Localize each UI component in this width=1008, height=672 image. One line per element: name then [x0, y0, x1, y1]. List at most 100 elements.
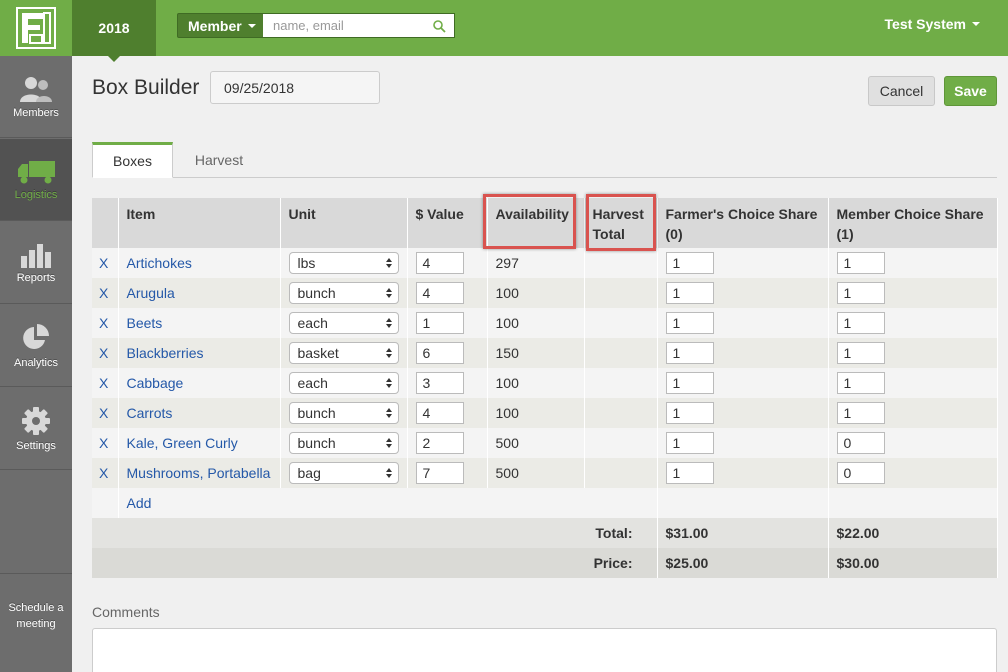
unit-select-value: basket: [297, 345, 339, 361]
member-choice-input[interactable]: 0: [836, 462, 885, 484]
value-input[interactable]: 1: [415, 312, 464, 334]
item-link[interactable]: Mushrooms, Portabella: [127, 465, 271, 481]
item-link[interactable]: Carrots: [127, 405, 173, 421]
unit-select[interactable]: each: [288, 372, 399, 394]
remove-item-button[interactable]: X: [92, 428, 119, 458]
select-arrows-icon: [385, 318, 392, 328]
remove-item-button[interactable]: X: [92, 368, 119, 398]
farmers-choice-input[interactable]: 1: [665, 312, 714, 334]
add-item-link[interactable]: Add: [127, 495, 152, 511]
remove-item-button[interactable]: X: [92, 398, 119, 428]
harvest-total-value: [584, 308, 658, 338]
sidebar-item-logistics[interactable]: Logistics: [0, 139, 72, 221]
value-input[interactable]: 4: [415, 252, 464, 274]
item-link[interactable]: Blackberries: [127, 345, 204, 361]
unit-select[interactable]: basket: [288, 342, 399, 364]
active-pointer: [108, 56, 120, 62]
farmers-choice-input[interactable]: 1: [665, 252, 714, 274]
member-choice-input[interactable]: 1: [836, 312, 885, 334]
farmers-choice-column-header: Farmer's Choice Share (0): [657, 198, 829, 248]
unit-select[interactable]: bunch: [288, 432, 399, 454]
user-menu[interactable]: Test System: [885, 16, 980, 32]
sidebar-item-settings[interactable]: Settings: [0, 388, 72, 470]
farmers-choice-input[interactable]: 1: [665, 372, 714, 394]
unit-select[interactable]: bunch: [288, 282, 399, 304]
unit-select-value: bunch: [297, 435, 336, 451]
schedule-line-2: meeting: [16, 618, 56, 630]
schedule-line-1: Schedule a: [8, 602, 64, 614]
tab-boxes[interactable]: Boxes: [92, 142, 173, 178]
harvest-total-value: [584, 398, 658, 428]
availability-value: 100: [487, 368, 585, 398]
item-link[interactable]: Arugula: [127, 285, 175, 301]
remove-item-button[interactable]: X: [92, 278, 119, 308]
remove-item-button[interactable]: X: [92, 308, 119, 338]
remove-item-button[interactable]: X: [92, 458, 119, 488]
member-choice-input[interactable]: 1: [836, 252, 885, 274]
tab-bar: Boxes Harvest: [92, 142, 997, 178]
availability-value: 297: [487, 248, 585, 278]
farmers-choice-input[interactable]: 1: [665, 462, 714, 484]
value-input[interactable]: 7: [415, 462, 464, 484]
unit-select[interactable]: lbs: [288, 252, 399, 274]
tab-harvest[interactable]: Harvest: [173, 142, 265, 178]
sidebar-item-label: Reports: [16, 271, 56, 284]
remove-item-button[interactable]: X: [92, 248, 119, 278]
item-column-header: Item: [118, 198, 281, 248]
table-row: X Beets each 1 100 1 1: [92, 308, 998, 338]
member-choice-input[interactable]: 1: [836, 402, 885, 424]
sidebar-item-reports[interactable]: Reports: [0, 222, 72, 304]
item-link[interactable]: Kale, Green Curly: [127, 435, 238, 451]
remove-column-header: [92, 198, 119, 248]
table-row: X Carrots bunch 4 100 1 1: [92, 398, 998, 428]
unit-select[interactable]: bag: [288, 462, 399, 484]
year-selector[interactable]: 2018: [72, 0, 156, 62]
value-input[interactable]: 6: [415, 342, 464, 364]
save-button[interactable]: Save: [944, 76, 997, 106]
sidebar-item-analytics[interactable]: Analytics: [0, 305, 72, 387]
date-input[interactable]: [210, 71, 380, 104]
member-dropdown-button[interactable]: Member: [177, 13, 264, 38]
availability-value: 100: [487, 278, 585, 308]
farmers-choice-input[interactable]: 1: [665, 402, 714, 424]
select-arrows-icon: [385, 258, 392, 268]
member-choice-input[interactable]: 1: [836, 372, 885, 394]
unit-select-value: each: [297, 375, 328, 391]
pie-chart-icon: [23, 323, 49, 349]
harvest-total-value: [584, 278, 658, 308]
table-row: X Kale, Green Curly bunch 2 500 1 0: [92, 428, 998, 458]
item-link[interactable]: Beets: [127, 315, 163, 331]
comments-textarea[interactable]: [92, 628, 997, 672]
value-input[interactable]: 4: [415, 402, 464, 424]
member-choice-input[interactable]: 1: [836, 282, 885, 304]
search-input[interactable]: [263, 14, 423, 37]
item-link[interactable]: Artichokes: [127, 255, 192, 271]
search-icon[interactable]: [432, 19, 446, 33]
total-farmers-choice: $31.00: [657, 518, 829, 548]
year-label: 2018: [98, 20, 130, 36]
app-logo[interactable]: [0, 0, 72, 56]
remove-item-button[interactable]: X: [92, 338, 119, 368]
farmers-choice-input[interactable]: 1: [665, 432, 714, 454]
value-input[interactable]: 2: [415, 432, 464, 454]
harvest-total-value: [584, 428, 658, 458]
farmers-choice-input[interactable]: 1: [665, 282, 714, 304]
value-input[interactable]: 3: [415, 372, 464, 394]
top-bar: 2018 Member Test System: [0, 0, 1008, 62]
farmers-choice-header-line-2: (0): [665, 226, 683, 242]
schedule-meeting-link[interactable]: Schedule a meeting: [0, 573, 72, 672]
sidebar-item-members[interactable]: Members: [0, 56, 72, 138]
member-choice-input[interactable]: 1: [836, 342, 885, 364]
unit-select[interactable]: bunch: [288, 402, 399, 424]
farmers-choice-input[interactable]: 1: [665, 342, 714, 364]
members-icon: [20, 76, 52, 102]
unit-select[interactable]: each: [288, 312, 399, 334]
select-arrows-icon: [385, 408, 392, 418]
member-choice-column-header: Member Choice Share (1): [828, 198, 998, 248]
member-choice-input[interactable]: 0: [836, 432, 885, 454]
sidebar: Members Logistics Reports Analytics Sett…: [0, 56, 72, 672]
farmers-choice-header-line-1: Farmer's Choice Share: [665, 206, 818, 222]
cancel-button[interactable]: Cancel: [868, 76, 935, 106]
value-input[interactable]: 4: [415, 282, 464, 304]
item-link[interactable]: Cabbage: [127, 375, 184, 391]
